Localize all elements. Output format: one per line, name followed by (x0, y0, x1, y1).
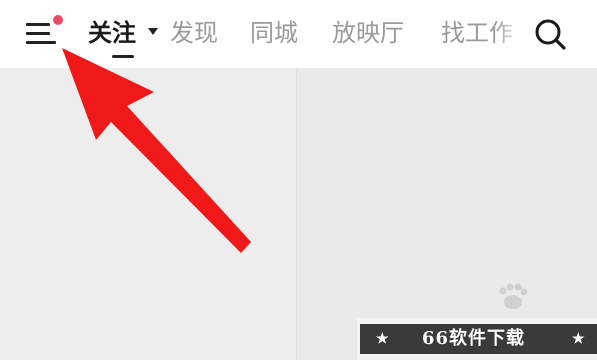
feed-divider (296, 68, 297, 360)
watermark-banner: ★ 66软件下载 ★ (357, 318, 597, 360)
paw-watermark-icon (455, 278, 565, 318)
tab-same-city[interactable]: 同城 (250, 16, 298, 50)
watermark-text: 66软件下载 (422, 328, 526, 349)
active-tab-indicator (112, 55, 134, 58)
tab-discover[interactable]: 发现 (170, 16, 218, 50)
feed-panel-left[interactable] (0, 68, 296, 360)
notification-dot-icon (53, 15, 63, 25)
tab-follow[interactable]: 关注 (88, 16, 136, 50)
dropdown-caret-icon[interactable] (148, 28, 158, 35)
search-button[interactable] (530, 14, 570, 54)
watermark-banner-inner: ★ 66软件下载 ★ (360, 324, 597, 354)
menu-button[interactable] (22, 14, 66, 54)
tab-overflow-fade (495, 14, 525, 54)
menu-line-icon (26, 41, 56, 44)
menu-line-icon (26, 23, 50, 26)
top-navigation-bar: 关注 发现 同城 放映厅 找工作 (0, 0, 597, 68)
star-icon: ★ (376, 331, 389, 347)
star-icon: ★ (572, 331, 585, 347)
menu-line-icon (26, 32, 50, 35)
tab-cinema[interactable]: 放映厅 (332, 16, 404, 50)
search-icon (535, 19, 566, 50)
